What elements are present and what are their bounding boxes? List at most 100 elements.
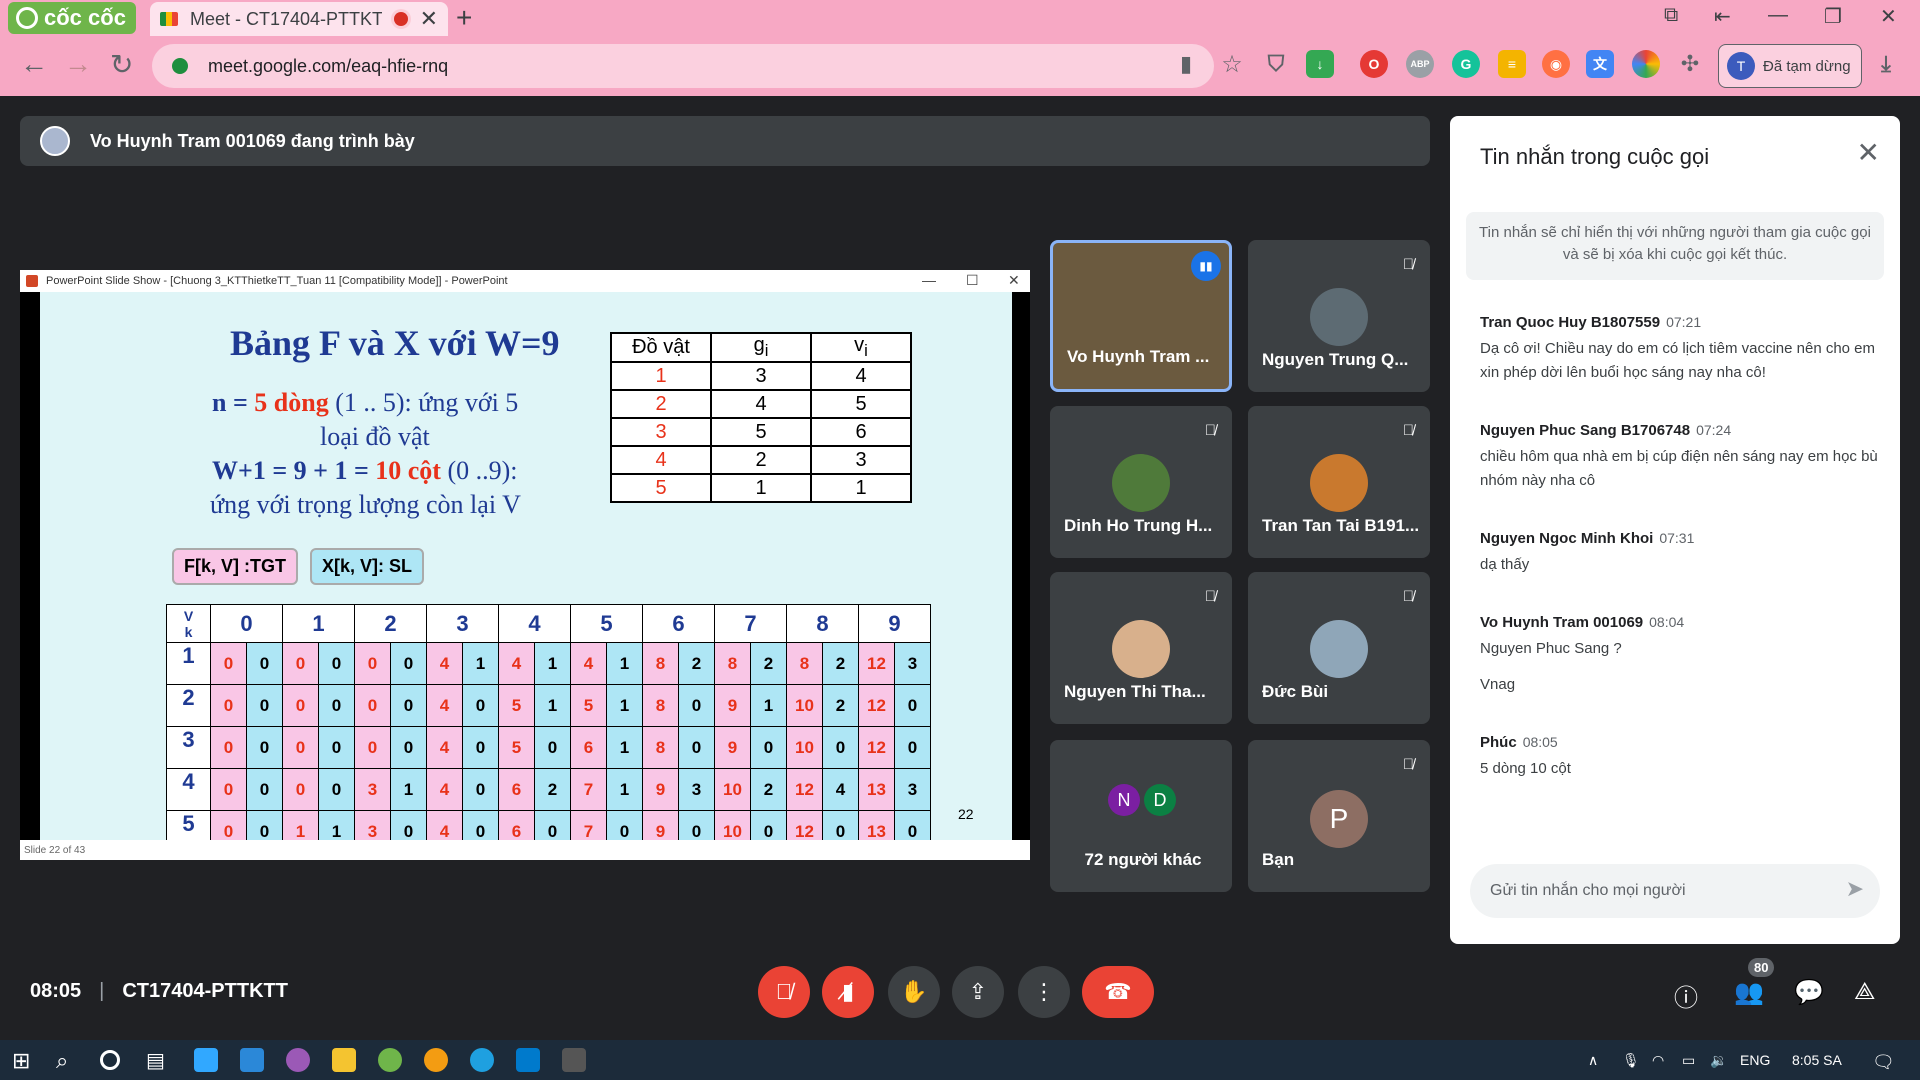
tile-others[interactable]: N D 72 người khác xyxy=(1050,740,1232,892)
tile-participant[interactable]: 🎙̸ Nguyen Trung Q... xyxy=(1248,240,1430,392)
edge-icon[interactable] xyxy=(470,1048,494,1072)
present-button[interactable]: ⇪ xyxy=(952,966,1004,1018)
tile-participant[interactable]: 🎙̸ Tran Tan Tai B191... xyxy=(1248,406,1430,558)
tile-participant[interactable]: 🎙̸ Nguyen Thi Tha... xyxy=(1050,572,1232,724)
ppt-maximize-icon: ☐ xyxy=(966,272,979,288)
end-call-button[interactable]: ☎ xyxy=(1082,966,1154,1018)
x-cell: 1 xyxy=(390,768,427,811)
translate-ext-icon[interactable]: 文 xyxy=(1586,50,1614,78)
people-icon[interactable]: 👥 xyxy=(1734,978,1764,1007)
colorpick-ext-icon[interactable] xyxy=(1632,50,1660,78)
windows-start-icon[interactable]: ⊞ xyxy=(12,1048,36,1073)
bookmark-star-icon[interactable]: ☆ xyxy=(1218,50,1246,78)
forward-button[interactable]: → xyxy=(64,48,92,80)
extensions-puzzle-icon[interactable]: ✣ xyxy=(1676,50,1704,78)
search-icon[interactable]: ⌕ xyxy=(56,1048,80,1073)
address-bar[interactable]: meet.google.com/eaq-hfie-rnq xyxy=(152,44,1214,88)
tray-wifi-icon[interactable]: ◠ xyxy=(1652,1052,1664,1069)
fx-col-header: 7 xyxy=(714,604,787,643)
tray-chevron-icon[interactable]: ∧ xyxy=(1588,1052,1598,1069)
window-close-button[interactable]: ✕ xyxy=(1880,4,1897,29)
info-icon[interactable]: ⓘ xyxy=(1674,978,1698,1013)
app-window-icon[interactable] xyxy=(562,1048,586,1072)
x-cell: 1 xyxy=(606,726,643,769)
avatar xyxy=(1310,454,1368,512)
tile-participant[interactable]: 🎙̸ Đức Bùi xyxy=(1248,572,1430,724)
notes-ext-icon[interactable]: ≡ xyxy=(1498,50,1526,78)
fx-corner: Vk xyxy=(166,604,211,643)
camera-off-button[interactable]: ▮̸ xyxy=(822,966,874,1018)
app-icon[interactable] xyxy=(286,1048,310,1072)
tab-close-icon[interactable]: ✕ xyxy=(420,6,438,32)
items-header-g: gi xyxy=(710,332,812,363)
participants-badge: 80 xyxy=(1748,958,1775,977)
mic-off-button[interactable]: 🎙̸ xyxy=(758,966,810,1018)
x-cell: 1 xyxy=(462,642,499,685)
maximize-button[interactable]: ❐ xyxy=(1824,4,1842,29)
coccoc-taskbar-icon[interactable] xyxy=(378,1048,402,1072)
tab-search-icon[interactable]: ⧉ xyxy=(1664,4,1678,27)
x-cell: 1 xyxy=(606,684,643,727)
minimize-button[interactable]: — xyxy=(1768,4,1788,27)
f-cell: 12 xyxy=(786,768,823,811)
x-cell: 0 xyxy=(534,726,571,769)
x-cell: 2 xyxy=(750,768,787,811)
camera-in-use-icon[interactable]: ▮ xyxy=(1172,50,1200,78)
vscode-icon[interactable] xyxy=(516,1048,540,1072)
chat-icon[interactable]: 💬 xyxy=(1794,978,1824,1007)
x-cell: 2 xyxy=(750,642,787,685)
tray-volume-icon[interactable]: 🔉 xyxy=(1710,1052,1727,1069)
send-icon[interactable]: ➤ xyxy=(1846,876,1864,902)
profile-button[interactable]: T Đã tạm dừng xyxy=(1718,44,1862,88)
tray-clock[interactable]: 8:05 SA xyxy=(1792,1052,1842,1068)
new-tab-button[interactable]: + xyxy=(456,2,472,34)
adblock-ext-icon[interactable]: ABP xyxy=(1406,50,1434,78)
tray-battery-icon[interactable]: ▭ xyxy=(1682,1052,1695,1069)
tile-presenter[interactable]: ▮▮ Vo Huynh Tram ... xyxy=(1050,240,1232,392)
browser-brand-logo[interactable]: cốc cốc xyxy=(8,2,136,34)
download-ext-icon[interactable]: ↓ xyxy=(1306,50,1334,78)
items-cell: 5 xyxy=(710,417,812,447)
color-ext-icon[interactable]: ◉ xyxy=(1542,50,1570,78)
back-button[interactable]: ← xyxy=(20,48,48,80)
todo-icon[interactable] xyxy=(240,1048,264,1072)
file-explorer-icon[interactable] xyxy=(332,1048,356,1072)
fx-col-header: 0 xyxy=(210,604,283,643)
tab-meet[interactable]: Meet - CT17404-PTTKTT ✕ xyxy=(150,2,448,36)
close-icon[interactable]: ✕ xyxy=(1857,136,1880,169)
app-s-icon[interactable] xyxy=(424,1048,448,1072)
ppt-close-icon: ✕ xyxy=(1008,272,1020,288)
items-cell: 3 xyxy=(710,361,812,391)
activities-icon[interactable]: ⟁ xyxy=(1854,978,1875,1006)
items-cell: 1 xyxy=(610,361,712,391)
tray-language[interactable]: ENG xyxy=(1740,1052,1770,1068)
url-text: meet.google.com/eaq-hfie-rnq xyxy=(208,55,449,76)
downloads-icon[interactable]: ⤓ xyxy=(1872,50,1900,78)
grammarly-ext-icon[interactable]: G xyxy=(1452,50,1480,78)
items-cell: 3 xyxy=(610,417,712,447)
x-cell: 0 xyxy=(246,768,283,811)
x-cell: 0 xyxy=(462,726,499,769)
tray-mic-icon[interactable]: 🎙 xyxy=(1622,1052,1640,1069)
coccoc-logo-icon xyxy=(16,7,38,29)
chat-input[interactable]: Gửi tin nhắn cho mọi người xyxy=(1470,864,1880,918)
fx-col-header: 1 xyxy=(282,604,355,643)
raise-hand-button[interactable]: ✋ xyxy=(888,966,940,1018)
reload-button[interactable]: ↻ xyxy=(110,48,133,81)
f-cell: 5 xyxy=(570,684,607,727)
secure-lock-icon[interactable] xyxy=(172,58,188,74)
more-options-button[interactable]: ⋮ xyxy=(1018,966,1070,1018)
photoshop-icon[interactable] xyxy=(194,1048,218,1072)
tile-participant[interactable]: 🎙̸ Dinh Ho Trung H... xyxy=(1050,406,1232,558)
items-cell: 6 xyxy=(810,417,912,447)
items-cell: 4 xyxy=(810,361,912,391)
notifications-icon[interactable]: 🗨 xyxy=(1872,1052,1895,1073)
x-cell: 3 xyxy=(894,768,931,811)
opera-ext-icon[interactable]: O xyxy=(1360,50,1388,78)
tile-self[interactable]: 🎙̸ P Bạn xyxy=(1248,740,1430,892)
x-cell: 0 xyxy=(318,768,355,811)
back-forward-cache-icon[interactable]: ⇤ xyxy=(1714,4,1731,29)
cortana-icon[interactable] xyxy=(100,1050,120,1070)
task-view-icon[interactable]: ▤ xyxy=(146,1048,170,1072)
shield-icon[interactable]: ⛉ xyxy=(1262,50,1290,78)
